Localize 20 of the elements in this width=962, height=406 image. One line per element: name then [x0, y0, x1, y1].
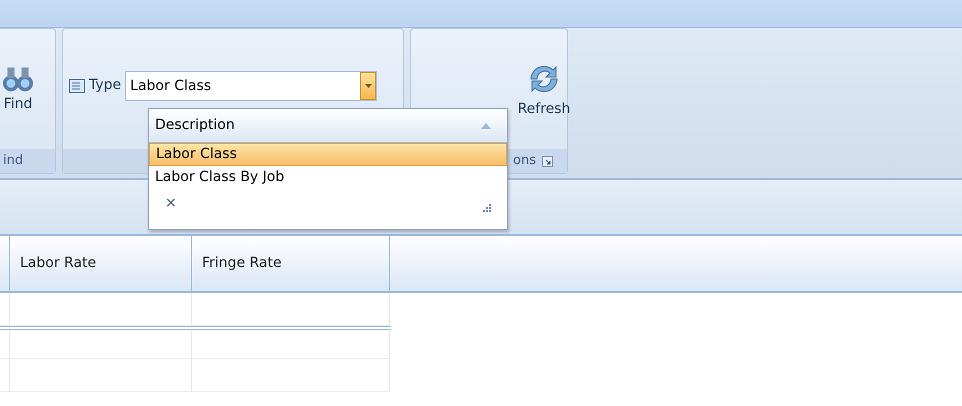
column-header[interactable]: Fringe Rate [192, 236, 390, 291]
type-dropdown[interactable]: Labor Class [125, 71, 378, 101]
field-label: Type [89, 76, 122, 95]
table-cell [0, 293, 10, 326]
column-header[interactable]: Description [149, 109, 507, 143]
sort-ascending-icon [481, 122, 491, 128]
dropdown-arrow-button[interactable] [360, 72, 376, 100]
caret-icon [364, 84, 372, 88]
column-header[interactable]: Labor Rate [10, 236, 192, 291]
find-button[interactable]: Find [3, 64, 33, 114]
group-label: ind [3, 152, 24, 170]
refresh-button[interactable]: Refresh [518, 58, 570, 120]
list-icon [69, 79, 85, 93]
list-item[interactable]: Labor Class By Job [149, 166, 507, 189]
table-cell [0, 330, 10, 359]
group-label: ons [513, 152, 536, 170]
list-item[interactable]: Labor Class [149, 143, 507, 166]
dialog-launcher-icon[interactable] [542, 156, 553, 166]
resize-grip-icon[interactable] [482, 202, 491, 212]
clear-button[interactable]: × [165, 192, 177, 214]
